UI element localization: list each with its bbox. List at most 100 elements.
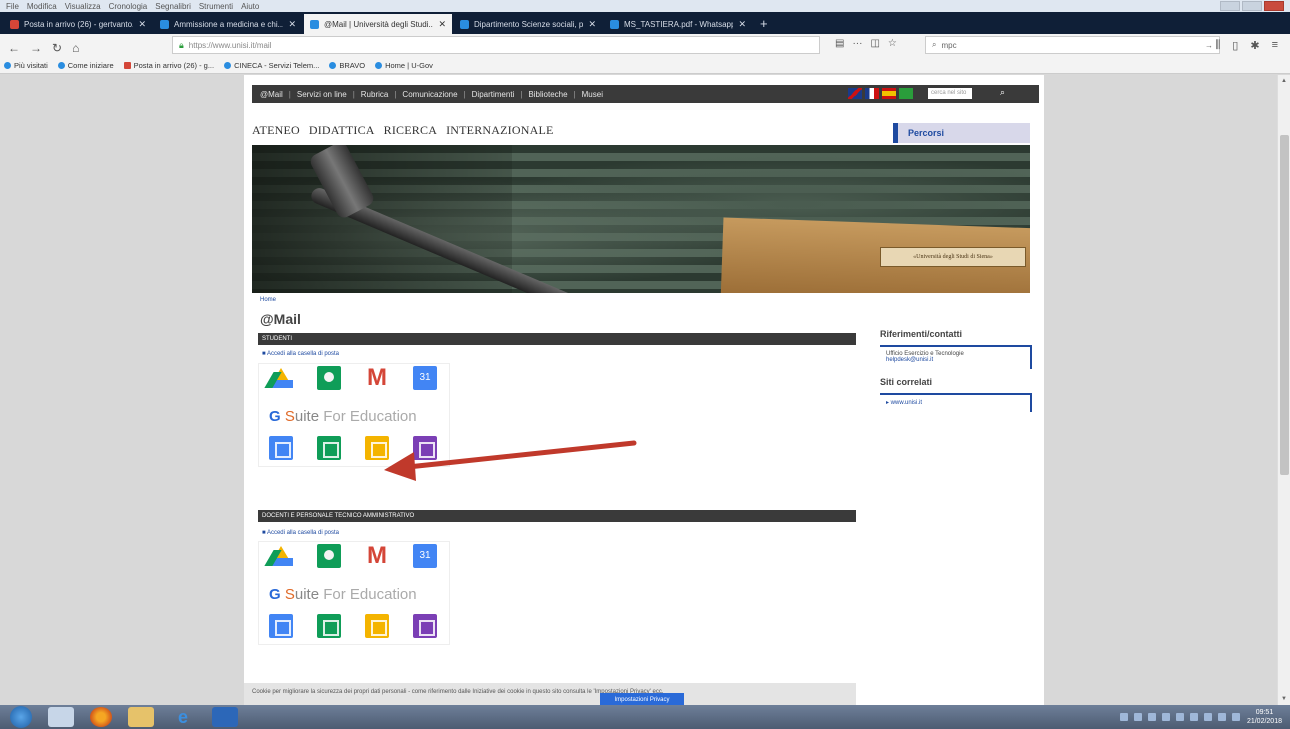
tab-mail-unisi[interactable]: @Mail | Università degli Studi... ✕ [304, 14, 452, 34]
windows-taskbar: e 09:51 21/02/2018 [0, 705, 1290, 729]
close-tab-icon[interactable]: ✕ [588, 19, 596, 30]
hamburger-menu-icon[interactable]: ≡ [1272, 39, 1278, 52]
tab-gmail[interactable]: Posta in arrivo (26) - gertvanto... ✕ [4, 14, 152, 34]
topnav-biblioteche[interactable]: Biblioteche [528, 90, 567, 99]
scrollbar-thumb[interactable] [1280, 135, 1289, 475]
scroll-up-icon[interactable]: ▲ [1281, 78, 1287, 84]
main-navigation: ATENEO DIDATTICA RICERCA INTERNAZIONALE [252, 123, 554, 138]
topnav-rubrica[interactable]: Rubrica [361, 90, 389, 99]
topnav-musei[interactable]: Musei [582, 90, 603, 99]
url-bar[interactable]: 🔒︎ https://www.unisi.it/mail [172, 36, 820, 54]
menu-bookmarks[interactable]: Segnalibri [155, 2, 191, 11]
pocket-icon[interactable]: ◫ [870, 38, 879, 49]
right-sidebar: Riferimenti/contatti Ufficio Esercizio e… [880, 329, 1032, 420]
system-clock[interactable]: 09:51 21/02/2018 [1247, 708, 1282, 726]
breadcrumb[interactable]: Home [260, 297, 276, 303]
google-sheets-icon [317, 614, 341, 638]
menu-history[interactable]: Cronologia [109, 2, 148, 11]
references-box: Ufficio Esercizio e Tecnologie helpdesk@… [880, 345, 1032, 369]
nav-ricerca[interactable]: RICERCA [384, 123, 437, 138]
google-classroom-icon [317, 366, 341, 390]
bookmark-item[interactable]: BRAVO [329, 61, 365, 70]
bookmark-star-icon[interactable]: ☆ [888, 38, 897, 49]
minimize-button[interactable] [1220, 1, 1240, 11]
tray-icon[interactable] [1148, 713, 1156, 721]
google-calendar-icon: 31 [413, 366, 437, 390]
reload-icon[interactable]: ↻ [52, 41, 62, 55]
library-icon[interactable]: ⫼ [1215, 39, 1220, 52]
tray-icon[interactable] [1162, 713, 1170, 721]
bookmark-item[interactable]: Come iniziare [57, 61, 114, 70]
sidebar-icon[interactable]: ▯ [1232, 39, 1238, 52]
internet-explorer-icon[interactable]: e [170, 707, 196, 727]
close-tab-icon[interactable]: ✕ [138, 19, 146, 30]
new-tab-icon[interactable]: + [754, 16, 774, 34]
home-icon[interactable]: ⌂ [72, 41, 79, 55]
percorsi-button[interactable]: Percorsi [893, 123, 1030, 143]
forward-icon[interactable]: → [30, 41, 42, 55]
menu-help[interactable]: Aiuto [241, 2, 259, 11]
scroll-down-icon[interactable]: ▼ [1281, 696, 1287, 702]
close-tab-icon[interactable]: ✕ [738, 19, 746, 30]
gsuite-logo-text: G Suite For Education [269, 586, 417, 603]
spanish-flag-icon[interactable] [882, 88, 896, 99]
site-search-input[interactable]: cerca nel sito [928, 88, 972, 99]
firefox-icon[interactable] [90, 707, 112, 727]
page-actions-icon[interactable]: ··· [852, 38, 862, 49]
nav-ateneo[interactable]: ATENEO [252, 123, 300, 138]
bookmark-item[interactable]: Posta in arrivo (26) - g... [123, 61, 214, 70]
nav-didattica[interactable]: DIDATTICA [309, 123, 375, 138]
bookmark-item[interactable]: CINECA - Servizi Telem... [224, 61, 319, 70]
staff-section-header: DOCENTI E PERSONALE TECNICO AMMINISTRATI… [258, 510, 856, 522]
topnav-mail[interactable]: @Mail [260, 90, 283, 99]
volume-icon[interactable] [1232, 713, 1240, 721]
menu-file[interactable]: File [6, 2, 19, 11]
network-icon[interactable] [1218, 713, 1226, 721]
extension-icon[interactable]: ✱ [1250, 39, 1259, 52]
folder-icon[interactable] [128, 707, 154, 727]
globe-icon [224, 62, 232, 69]
menu-edit[interactable]: Modifica [27, 2, 57, 11]
file-explorer-icon[interactable] [48, 707, 74, 727]
search-icon[interactable]: ⌕ [1000, 87, 1005, 98]
gsuite-staff-banner[interactable]: M 31 G Suite For Education [258, 541, 450, 645]
tab-pdf[interactable]: MS_TASTIERA.pdf - Whatsapp... ✕ [604, 14, 752, 34]
bookmark-item[interactable]: Più visitati [4, 61, 48, 70]
search-go-icon[interactable]: → [1205, 41, 1213, 50]
students-access-link[interactable]: ■ Accedi alla casella di posta [262, 351, 339, 357]
tray-icon[interactable] [1190, 713, 1198, 721]
tab-label: Dipartimento Scienze sociali, p... [474, 19, 584, 29]
portuguese-flag-icon[interactable] [899, 88, 913, 99]
site-favicon-icon [310, 19, 319, 29]
tab-dipartimento[interactable]: Dipartimento Scienze sociali, p... ✕ [454, 14, 602, 34]
search-box[interactable]: ⌕ mpc → [925, 36, 1220, 54]
unisi-site-link[interactable]: ▸ www.unisi.it [886, 399, 1024, 406]
menu-view[interactable]: Visualizza [65, 2, 101, 11]
app-icon[interactable] [212, 707, 238, 727]
topnav-servizi[interactable]: Servizi on line [297, 90, 347, 99]
menu-tools[interactable]: Strumenti [199, 2, 233, 11]
topnav-dipartimenti[interactable]: Dipartimenti [472, 90, 515, 99]
french-flag-icon[interactable] [865, 88, 879, 99]
back-icon[interactable]: ← [8, 41, 20, 55]
tray-icon[interactable] [1176, 713, 1184, 721]
tray-icon[interactable] [1120, 713, 1128, 721]
close-tab-icon[interactable]: ✕ [438, 19, 446, 30]
bookmark-item[interactable]: Home | U-Gov [375, 61, 433, 70]
close-tab-icon[interactable]: ✕ [288, 19, 296, 30]
tray-icon[interactable] [1134, 713, 1142, 721]
maximize-button[interactable] [1242, 1, 1262, 11]
topnav-comunicazione[interactable]: Comunicazione [402, 90, 457, 99]
helpdesk-email-link[interactable]: helpdesk@unisi.it [886, 357, 1024, 363]
vertical-scrollbar[interactable]: ▲ ▼ [1277, 75, 1290, 705]
tab-ammissione[interactable]: Ammissione a medicina e chi... ✕ [154, 14, 302, 34]
english-flag-icon[interactable] [848, 88, 862, 99]
pdf-icon [610, 19, 619, 29]
tray-icon[interactable] [1204, 713, 1212, 721]
university-plaque: «Università degli Studi di Siena» [880, 247, 1026, 267]
start-button-icon[interactable] [10, 706, 32, 728]
close-window-button[interactable] [1264, 1, 1284, 11]
nav-internazionale[interactable]: INTERNAZIONALE [446, 123, 553, 138]
reader-view-icon[interactable]: ▤ [835, 38, 844, 49]
staff-access-link[interactable]: ■ Accedi alla casella di posta [262, 530, 339, 536]
